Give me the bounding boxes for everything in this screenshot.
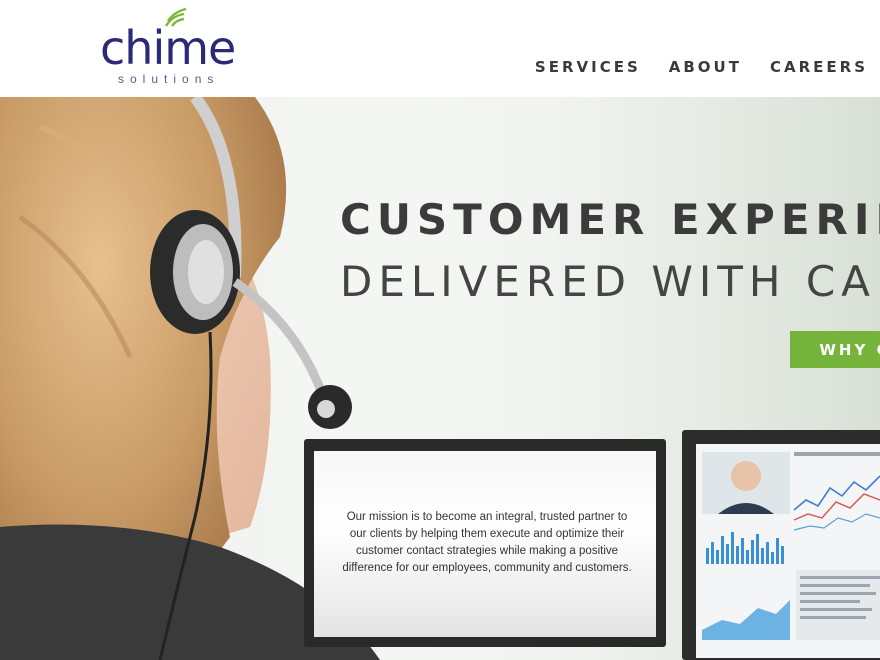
- mission-screen: Our mission is to become an integral, tr…: [314, 451, 656, 637]
- mission-monitor: Our mission is to become an integral, tr…: [304, 439, 666, 647]
- dashboard-screen: [696, 444, 880, 658]
- hero-banner: CUSTOMER EXPERIE DELIVERED WITH CA WHY C…: [0, 97, 880, 660]
- logo-wordmark: chime: [100, 21, 236, 75]
- main-nav: SERVICES ABOUT CAREERS: [535, 58, 868, 76]
- logo-tagline: solutions: [118, 72, 220, 86]
- hero-headline-secondary: DELIVERED WITH CA: [340, 257, 876, 306]
- hero-headline-primary: CUSTOMER EXPERIE: [340, 195, 880, 244]
- mission-statement: Our mission is to become an integral, tr…: [342, 511, 632, 574]
- dashboard-monitor: [682, 430, 880, 660]
- site-header: chime solutions SERVICES ABOUT CAREERS: [0, 0, 880, 97]
- why-chime-button[interactable]: WHY C: [790, 331, 880, 368]
- nav-services[interactable]: SERVICES: [535, 58, 641, 76]
- chime-logo[interactable]: chime solutions: [100, 8, 260, 90]
- nav-about[interactable]: ABOUT: [669, 58, 742, 76]
- nav-careers[interactable]: CAREERS: [770, 58, 868, 76]
